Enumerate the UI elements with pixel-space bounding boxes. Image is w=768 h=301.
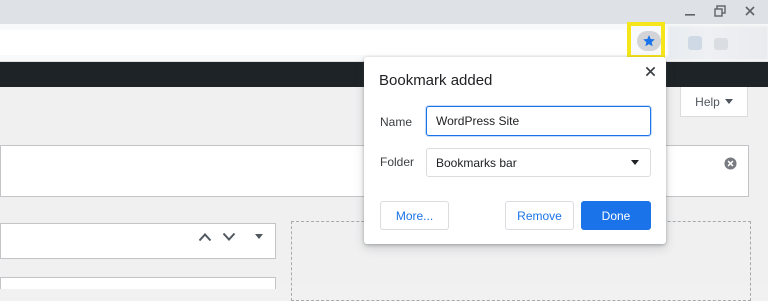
profile-icon[interactable] — [714, 38, 728, 50]
postbox-panel-2 — [0, 277, 276, 289]
bookmark-star-highlight — [627, 22, 665, 59]
chevron-down-icon — [631, 160, 639, 165]
help-label: Help — [695, 94, 720, 109]
name-label: Name — [380, 115, 413, 129]
move-down-icon[interactable] — [222, 232, 236, 242]
window-controls — [680, 1, 760, 21]
folder-select-value: Bookmarks bar — [436, 155, 517, 170]
folder-label: Folder — [380, 155, 415, 169]
bookmark-added-dialog: Bookmark added Name Folder Bookmarks bar… — [364, 57, 666, 244]
move-up-icon[interactable] — [198, 232, 212, 242]
dialog-title: Bookmark added — [379, 72, 493, 89]
remove-button[interactable]: Remove — [505, 201, 574, 230]
folder-select[interactable]: Bookmarks bar — [426, 148, 651, 177]
restore-icon[interactable] — [710, 1, 730, 21]
toggle-panel-icon[interactable] — [254, 233, 264, 241]
more-button[interactable]: More... — [380, 201, 449, 230]
bookmark-name-input[interactable] — [426, 106, 651, 136]
dismiss-icon[interactable] — [722, 155, 738, 171]
address-bar[interactable] — [0, 30, 682, 55]
panel-controls — [198, 232, 264, 242]
done-button[interactable]: Done — [581, 201, 651, 230]
star-icon — [643, 35, 655, 47]
extension-icon[interactable] — [688, 36, 702, 50]
close-window-icon[interactable] — [740, 1, 760, 21]
close-icon[interactable] — [642, 63, 658, 79]
help-tab-button[interactable]: Help — [680, 87, 748, 117]
minimize-icon[interactable] — [680, 1, 700, 21]
window-titlebar — [0, 0, 768, 24]
bookmark-star-button[interactable] — [637, 31, 661, 51]
dropdown-arrow-icon — [724, 98, 733, 104]
